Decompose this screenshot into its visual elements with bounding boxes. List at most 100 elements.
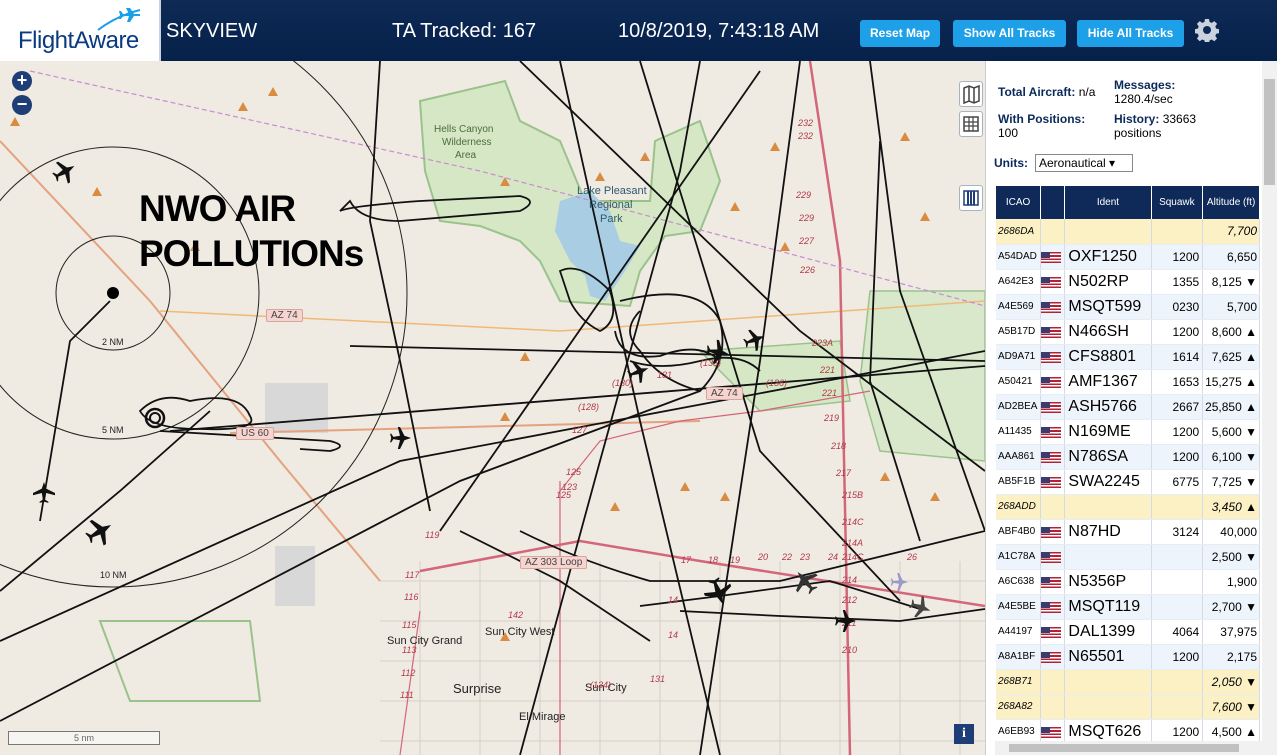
aircraft-row[interactable]: A5B17D N466SH 1200 8,600 ▲ — [996, 319, 1260, 345]
map-layers-button[interactable] — [959, 81, 983, 107]
us-flag-icon — [1041, 601, 1062, 613]
road-number-label: 223A — [812, 338, 834, 348]
road-number-label: 18 — [708, 555, 719, 565]
aircraft-icao: A50421 — [996, 369, 1042, 395]
with-positions-stat: With Positions: 100 — [998, 112, 1085, 140]
hscrollbar-thumb[interactable] — [1009, 744, 1239, 752]
aircraft-row[interactable]: 268A82 7,600 ▼ — [996, 694, 1260, 720]
aircraft-row[interactable]: 268ADD 3,450 ▲ — [996, 494, 1260, 520]
column-header-icao[interactable]: ICAO — [996, 186, 1042, 219]
top-bar: FlightAware SKYVIEW TA Tracked: 167 10/8… — [0, 0, 1277, 61]
aircraft-ident: MSQT119 — [1064, 594, 1152, 620]
show-all-tracks-button[interactable]: Show All Tracks — [953, 20, 1066, 47]
units-select[interactable]: Aeronautical ▾ — [1035, 154, 1133, 172]
road-number-label: 19 — [730, 555, 741, 565]
road-number-label: 214A — [842, 538, 864, 548]
aircraft-altitude: 7,625 ▲ — [1202, 344, 1260, 370]
aircraft-squawk — [1151, 494, 1204, 520]
aircraft-row[interactable]: A11435 N169ME 1200 5,600 ▼ — [996, 419, 1260, 445]
aircraft-row[interactable]: A642E3 N502RP 1355 8,125 ▼ — [996, 269, 1260, 295]
aircraft-row[interactable]: A54DAD OXF1250 1200 6,650 — [996, 244, 1260, 270]
road-number-label: 23 — [800, 552, 811, 562]
panel-vertical-scrollbar[interactable] — [1262, 61, 1277, 755]
aircraft-row[interactable]: 268B71 2,050 ▼ — [996, 669, 1260, 695]
units-row: Units: — [994, 156, 1028, 170]
aircraft-squawk — [1151, 694, 1204, 720]
aircraft-row[interactable]: ABF4B0 N87HD 3124 40,000 — [996, 519, 1260, 545]
aircraft-altitude: 40,000 — [1202, 519, 1260, 545]
us-flag-icon — [1041, 551, 1062, 563]
road-number-label: 113 — [402, 645, 417, 655]
map-overlay-text: NWO AIR POLLUTIONs — [139, 186, 364, 276]
aircraft-flag — [1040, 344, 1066, 370]
place-label-hells-canyon: Hells Canyon — [434, 124, 494, 135]
place-label-wilderness: Wilderness — [442, 137, 492, 148]
place-label-sun-city-grand: Sun City Grand — [387, 635, 463, 647]
us-flag-icon — [1041, 326, 1062, 338]
aircraft-flag — [1040, 694, 1066, 720]
place-label-sun-city-west: Sun City West — [485, 626, 555, 638]
total-aircraft-label: Total Aircraft: — [998, 85, 1076, 99]
zoom-out-button[interactable]: − — [12, 95, 32, 115]
table-horizontal-scrollbar[interactable] — [995, 741, 1262, 755]
aircraft-row[interactable]: A4E569 MSQT599 0230 5,700 — [996, 294, 1260, 320]
column-header-flag[interactable] — [1040, 186, 1066, 219]
aircraft-flag — [1040, 619, 1066, 645]
us-flag-icon — [1041, 251, 1062, 263]
aircraft-flag — [1040, 394, 1066, 420]
aircraft-flag — [1040, 594, 1066, 620]
road-number-label: 131 — [650, 674, 666, 684]
us-flag-icon — [1041, 401, 1062, 413]
aircraft-icao: A642E3 — [996, 269, 1042, 295]
aircraft-row[interactable]: AB5F1B SWA2245 6775 7,725 ▼ — [996, 469, 1260, 495]
aircraft-row[interactable]: AAA861 N786SA 1200 6,100 ▼ — [996, 444, 1260, 470]
scrollbar-thumb[interactable] — [1264, 79, 1275, 185]
aircraft-flag — [1040, 669, 1066, 695]
aircraft-table: ICAO Ident Squawk Altitude (ft) 2686DA 7,… — [996, 186, 1260, 755]
road-number-label: (128) — [578, 402, 600, 412]
aircraft-row[interactable]: A8A1BF N65501 1200 2,175 — [996, 644, 1260, 670]
info-button[interactable]: i — [954, 724, 974, 744]
column-header-squawk[interactable]: Squawk — [1151, 186, 1204, 219]
aircraft-ident: N87HD — [1064, 519, 1152, 545]
overlay-line-2: POLLUTIONs — [139, 233, 364, 274]
aircraft-flag — [1040, 494, 1066, 520]
map-view[interactable]: Hells Canyon Wilderness Area Lake Pleasa… — [0, 61, 985, 755]
aircraft-squawk: 0230 — [1151, 294, 1204, 320]
road-number-label: (135) — [700, 358, 722, 368]
road-number-label: 221 — [820, 365, 836, 375]
us-flag-icon — [1041, 451, 1062, 463]
aircraft-squawk: 1200 — [1151, 319, 1204, 345]
us-flag-icon — [1041, 301, 1062, 313]
road-number-label: 218 — [831, 441, 847, 451]
aircraft-row[interactable]: 2686DA 7,700 — [996, 219, 1260, 245]
us-flag-icon — [1041, 276, 1062, 288]
aircraft-altitude: 6,650 — [1202, 244, 1260, 270]
aircraft-row[interactable]: AD2BEA ASH5766 2667 25,850 ▲ — [996, 394, 1260, 420]
zoom-in-button[interactable]: + — [12, 71, 32, 91]
aircraft-flag — [1040, 469, 1066, 495]
column-header-altitude[interactable]: Altitude (ft) — [1202, 186, 1260, 219]
aircraft-row[interactable]: A44197 DAL1399 4064 37,975 — [996, 619, 1260, 645]
messages-value: 1280.4/sec — [1114, 92, 1173, 106]
aircraft-altitude: 2,175 — [1202, 644, 1260, 670]
aircraft-row[interactable]: A4E5BE MSQT119 2,700 ▼ — [996, 594, 1260, 620]
aircraft-altitude: 7,725 ▼ — [1202, 469, 1260, 495]
grid-toggle-button[interactable] — [959, 111, 983, 137]
aircraft-flag — [1040, 444, 1066, 470]
flightaware-logo[interactable]: FlightAware — [0, 0, 161, 61]
aircraft-squawk — [1151, 594, 1204, 620]
aircraft-row[interactable]: A50421 AMF1367 1653 15,275 ▲ — [996, 369, 1260, 395]
current-datetime: 10/8/2019, 7:43:18 AM — [618, 20, 820, 42]
columns-toggle-button[interactable] — [959, 185, 983, 211]
column-header-ident[interactable]: Ident — [1064, 186, 1152, 219]
aircraft-icao: 268A82 — [996, 694, 1042, 720]
reset-map-button[interactable]: Reset Map — [860, 20, 940, 47]
aircraft-flag — [1040, 419, 1066, 445]
gear-icon[interactable] — [1195, 18, 1219, 42]
aircraft-row[interactable]: AD9A71 CFS8801 1614 7,625 ▲ — [996, 344, 1260, 370]
aircraft-row[interactable]: A6C638 N5356P 1,900 — [996, 569, 1260, 595]
hide-all-tracks-button[interactable]: Hide All Tracks — [1077, 20, 1184, 47]
aircraft-row[interactable]: A1C78A 2,500 ▼ — [996, 544, 1260, 570]
map-icon — [963, 84, 980, 105]
